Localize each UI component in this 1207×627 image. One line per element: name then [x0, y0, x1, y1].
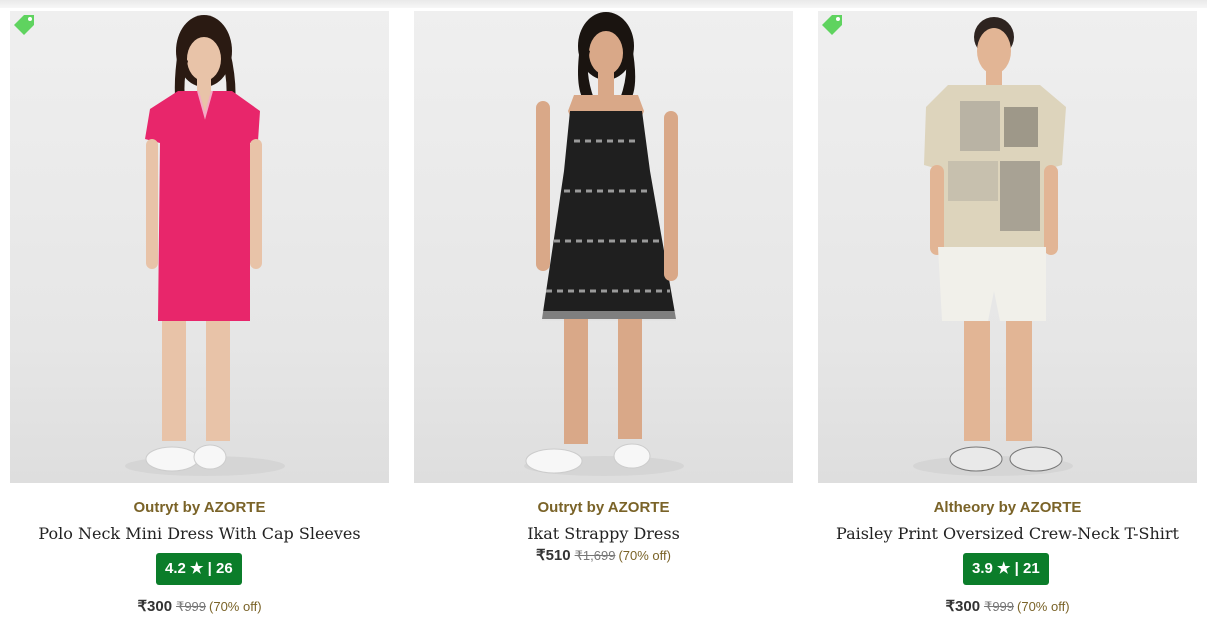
star-icon: ★: [190, 560, 204, 577]
price-row: ₹300 ₹999 (70% off): [818, 597, 1197, 615]
model-black-dress-illustration: [524, 12, 684, 476]
product-card[interactable]: Outryt by AZORTE Polo Neck Mini Dress Wi…: [10, 11, 389, 617]
discount-text: (70% off): [1017, 599, 1070, 614]
product-card[interactable]: Outryt by AZORTE Ikat Strappy Dress ₹510…: [414, 11, 793, 617]
model-pink-dress-illustration: [125, 15, 285, 476]
product-brand[interactable]: Outryt by AZORTE: [414, 499, 793, 516]
star-icon: ★: [997, 560, 1011, 577]
rating-separator: |: [1014, 560, 1019, 577]
product-image[interactable]: [818, 11, 1197, 483]
selling-price: ₹300: [137, 598, 173, 615]
product-name[interactable]: Paisley Print Oversized Crew-Neck T-Shir…: [818, 524, 1197, 543]
rating-value: 3.9: [972, 560, 993, 577]
product-brand[interactable]: Outryt by AZORTE: [10, 499, 389, 516]
discount-text: (70% off): [618, 548, 671, 563]
rating-value: 4.2: [165, 560, 186, 577]
selling-price: ₹510: [536, 547, 571, 564]
mrp-price: ₹999: [176, 599, 207, 614]
selling-price: ₹300: [945, 598, 981, 615]
rating-badge: 3.9 ★ | 21: [963, 553, 1049, 585]
discount-text: (70% off): [209, 599, 262, 614]
top-divider: [0, 0, 1207, 8]
mrp-price: ₹999: [984, 599, 1015, 614]
product-brand[interactable]: Altheory by AZORTE: [818, 499, 1197, 516]
product-image[interactable]: [414, 11, 793, 483]
product-name[interactable]: Polo Neck Mini Dress With Cap Sleeves: [10, 524, 389, 543]
review-count: 26: [216, 560, 233, 577]
product-image[interactable]: [10, 11, 389, 483]
product-card[interactable]: Altheory by AZORTE Paisley Print Oversiz…: [818, 11, 1197, 617]
product-name[interactable]: Ikat Strappy Dress: [414, 524, 793, 543]
review-count: 21: [1023, 560, 1040, 577]
price-row: ₹300 ₹999 (70% off): [10, 597, 389, 615]
offer-tag-icon: [14, 15, 34, 35]
price-row: ₹510 ₹1,699 (70% off): [414, 546, 793, 564]
mrp-price: ₹1,699: [574, 548, 616, 563]
model-paisley-shirt-illustration: [913, 17, 1073, 476]
rating-badge: 4.2 ★ | 26: [156, 553, 242, 585]
offer-tag-icon: [822, 15, 842, 35]
rating-separator: |: [207, 560, 212, 577]
